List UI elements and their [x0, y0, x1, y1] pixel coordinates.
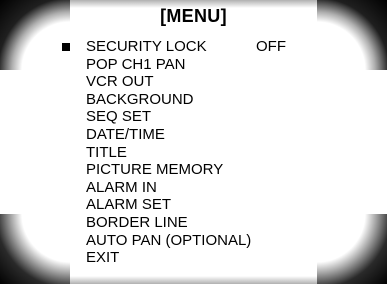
menu-item-pop-ch1-pan[interactable]: POP CH1 PAN — [62, 56, 251, 74]
menu-item-auto-pan[interactable]: AUTO PAN (OPTIONAL) — [62, 232, 251, 250]
menu-item-label: PICTURE MEMORY — [86, 161, 224, 179]
menu-item-background[interactable]: BACKGROUND — [62, 91, 251, 109]
menu-item-label: AUTO PAN (OPTIONAL) — [86, 231, 252, 249]
menu-item-date-time[interactable]: DATE/TIME — [62, 126, 251, 144]
menu-item-label: BACKGROUND — [86, 90, 194, 108]
menu-item-label: SEQ SET — [86, 108, 152, 126]
menu-item-label: ALARM IN — [86, 178, 157, 196]
screen-bottom-edge — [0, 276, 387, 284]
menu-item-border-line[interactable]: BORDER LINE — [62, 214, 251, 232]
menu-item-label: BORDER LINE — [86, 213, 188, 231]
menu-item-label: DATE/TIME — [86, 125, 165, 143]
menu-item-label: EXIT — [86, 249, 120, 267]
screen-corner-bottom-left — [0, 214, 70, 284]
menu-item-exit[interactable]: EXIT — [62, 249, 251, 267]
osd-menu-screen: [MENU] SECURITY LOCK OFF POP CH1 PAN VCR… — [0, 0, 387, 284]
menu-item-picture-memory[interactable]: PICTURE MEMORY — [62, 161, 251, 179]
menu-item-label: POP CH1 PAN — [86, 55, 186, 73]
menu-item-alarm-in[interactable]: ALARM IN — [62, 179, 251, 197]
menu-list: SECURITY LOCK OFF POP CH1 PAN VCR OUT BA… — [62, 38, 286, 267]
menu-item-title[interactable]: TITLE — [62, 144, 251, 162]
menu-item-label: VCR OUT — [86, 73, 154, 91]
filled-square-cursor-icon — [62, 43, 70, 51]
menu-title: [MENU] — [160, 6, 227, 26]
menu-item-label: SECURITY LOCK — [86, 38, 207, 55]
menu-item-security-lock[interactable]: SECURITY LOCK OFF — [62, 38, 286, 56]
menu-item-vcr-out[interactable]: VCR OUT — [62, 73, 251, 91]
menu-item-alarm-set[interactable]: ALARM SET — [62, 196, 251, 214]
menu-item-value: OFF — [256, 38, 286, 55]
menu-item-label: TITLE — [86, 143, 127, 161]
screen-corner-bottom-right — [317, 214, 387, 284]
menu-item-label: ALARM SET — [86, 196, 172, 214]
menu-item-seq-set[interactable]: SEQ SET — [62, 108, 251, 126]
